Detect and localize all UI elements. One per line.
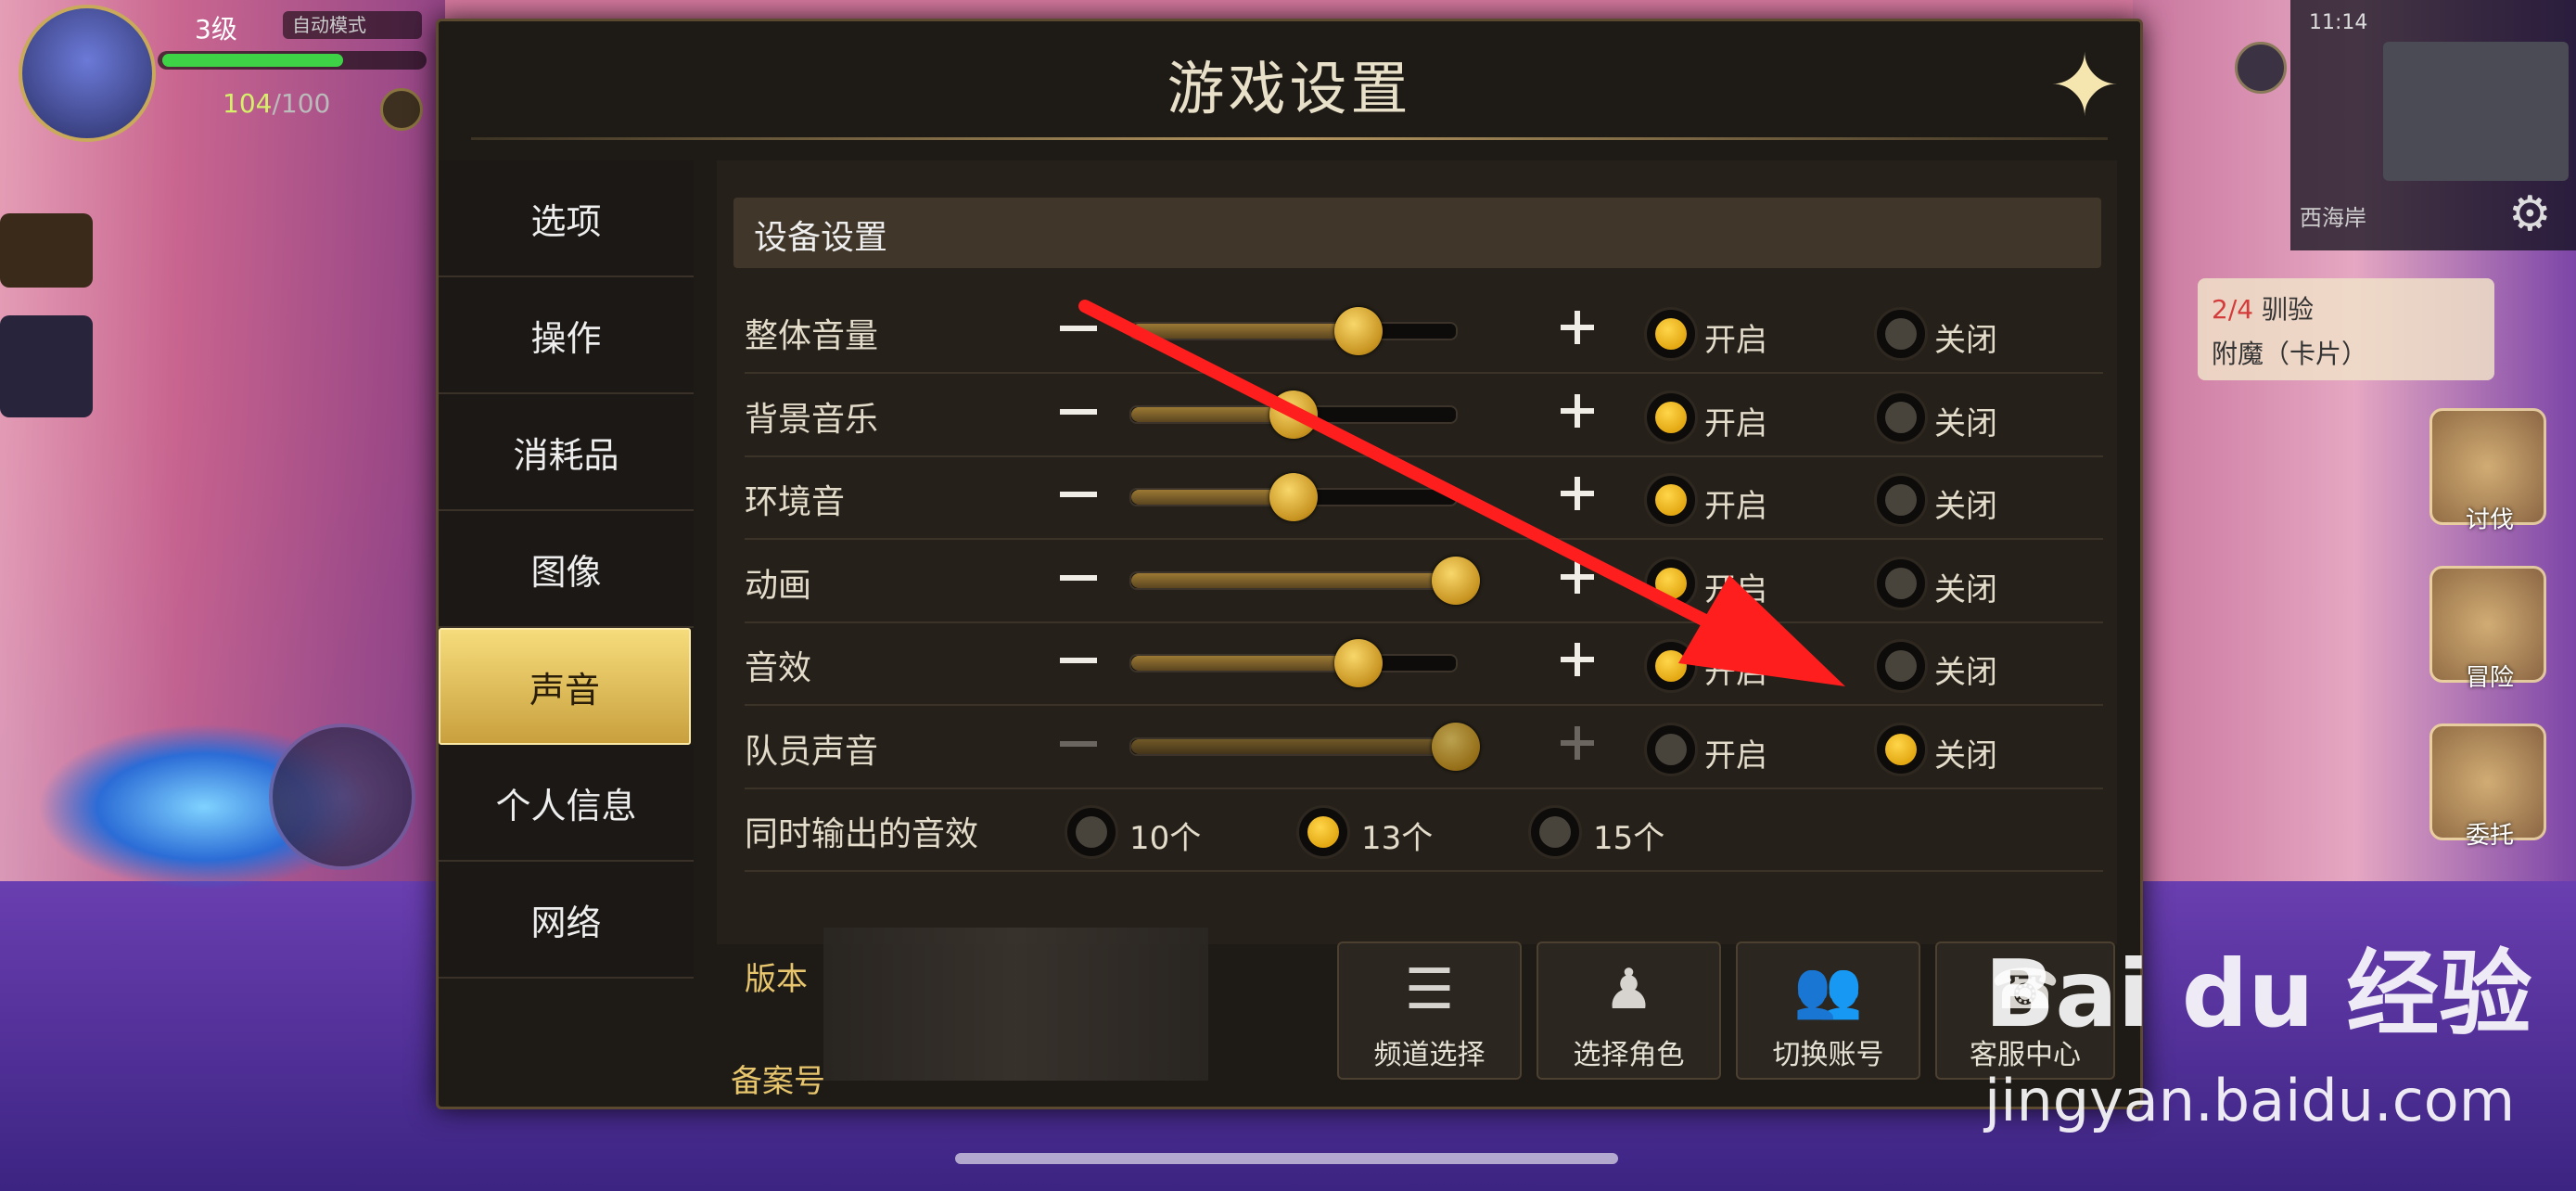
- baidu-watermark: Bai du 经验: [1984, 940, 2532, 1048]
- home-indicator[interactable]: [955, 1153, 1618, 1164]
- watermark-url: jingyan.baidu.com: [1984, 1067, 2516, 1134]
